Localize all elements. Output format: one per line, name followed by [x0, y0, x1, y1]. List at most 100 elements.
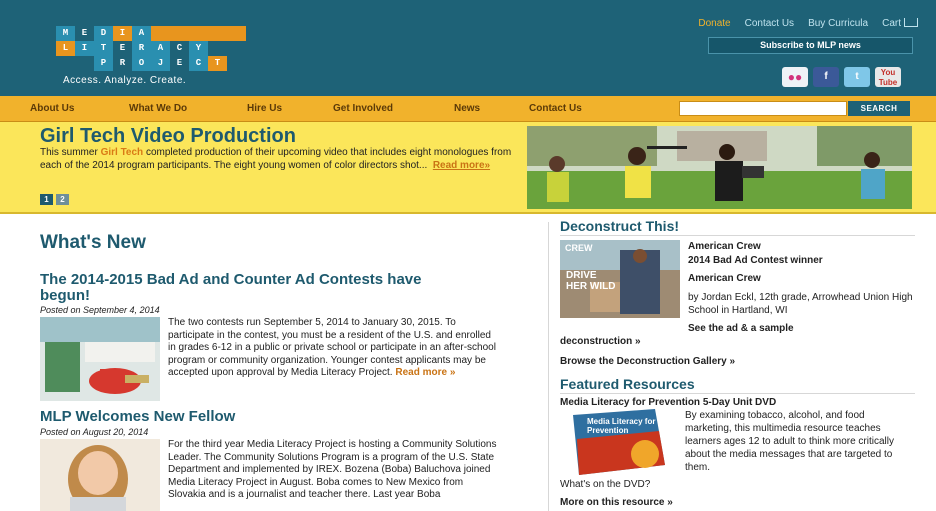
article-body: For the third year Media Literacy Projec… [40, 439, 530, 511]
logo-letter: E [75, 26, 94, 41]
flickr-icon[interactable]: ●● [782, 67, 808, 87]
nav-contact-us[interactable]: Contact Us [529, 103, 582, 114]
girl-tech-link[interactable]: Girl Tech [101, 147, 144, 158]
feature-title[interactable]: Girl Tech Video Production [40, 125, 296, 148]
nav-get-involved[interactable]: Get Involved [333, 103, 393, 114]
logo-row-media: M E D I A [56, 26, 246, 41]
whats-new-section: What's New The 2014-2015 Bad Ad and Coun… [40, 232, 530, 511]
logo-letter: C [170, 41, 189, 56]
utility-links: Donate Contact Us Buy Curricula Cart [698, 17, 918, 29]
slide-page-1[interactable]: 1 [40, 194, 53, 205]
article-title[interactable]: The 2014-2015 Bad Ad and Counter Ad Cont… [40, 272, 460, 304]
whats-on-dvd-text: What's on the DVD? [560, 479, 651, 490]
slide-pager: 1 2 [40, 194, 69, 205]
article-thumbnail[interactable] [40, 439, 160, 511]
logo-block [151, 26, 246, 41]
logo-letter: T [208, 56, 227, 71]
logo-letter: R [132, 41, 151, 56]
deconstruction-gallery-link[interactable]: Browse the Deconstruction Gallery » [560, 355, 915, 368]
resource-title-link[interactable]: Media Literacy for Prevention 5-Day Unit… [560, 396, 915, 409]
search-input[interactable] [679, 101, 847, 116]
logo-letter: I [113, 26, 132, 41]
contact-us-link[interactable]: Contact Us [745, 18, 794, 29]
youtube-icon[interactable]: You Tube [875, 67, 901, 87]
site-header: M E D I A L I T E R A C Y P R O J E C T … [0, 0, 936, 96]
ad-poster-slogan: DRIVE HER WILD [566, 270, 616, 292]
logo-letter: D [94, 26, 113, 41]
nav-hire-us[interactable]: Hire Us [247, 103, 282, 114]
logo-letter: C [189, 56, 208, 71]
resource-block: Media Literacy for Prevention By examini… [560, 409, 915, 475]
resource-description: By examining tobacco, alcohol, and food … [685, 410, 894, 473]
slide-page-2[interactable]: 2 [56, 194, 69, 205]
subscribe-button[interactable]: Subscribe to MLP news [708, 37, 913, 54]
deconstruct-heading: Deconstruct This! [560, 218, 915, 236]
see-ad-link[interactable]: See the ad & a sample [688, 322, 913, 335]
more-on-resource-link[interactable]: More on this resource » [560, 496, 915, 509]
dvd-cover[interactable]: Media Literacy for Prevention [565, 409, 677, 475]
ad-subtitle: 2014 Bad Ad Contest winner [688, 255, 823, 266]
sidebar: Deconstruct This! CREW DRIVE HER WILD Am… [560, 218, 915, 509]
article-excerpt: The two contests run September 5, 2014 t… [168, 317, 498, 401]
logo-letter: R [113, 56, 132, 71]
logo-letter: A [151, 41, 170, 56]
film-crew-photo [527, 126, 912, 209]
social-links: ●● f t You Tube [782, 67, 901, 87]
featured-resources-heading: Featured Resources [560, 376, 915, 394]
cart-icon [904, 17, 918, 27]
nav-news[interactable]: News [454, 103, 480, 114]
read-more-link[interactable]: Read more » [395, 367, 455, 378]
cart-label: Cart [882, 18, 901, 29]
feature-banner: Girl Tech Video Production This summer G… [0, 122, 936, 214]
article-body: The two contests run September 5, 2014 t… [40, 317, 530, 401]
article-excerpt: For the third year Media Literacy Projec… [168, 439, 497, 500]
article-thumbnail[interactable] [40, 317, 160, 401]
column-divider [548, 222, 549, 511]
logo-letter: J [151, 56, 170, 71]
feature-body: This summer Girl Tech completed producti… [40, 147, 512, 172]
dvd-cover-label: Media Literacy for Prevention [587, 417, 656, 435]
article-title[interactable]: MLP Welcomes New Fellow [40, 409, 530, 425]
article: The 2014-2015 Bad Ad and Counter Ad Cont… [40, 272, 530, 401]
logo-letter: E [170, 56, 189, 71]
cart-link[interactable]: Cart [882, 17, 918, 29]
facebook-icon[interactable]: f [813, 67, 839, 87]
nav-what-we-do[interactable]: What We Do [129, 103, 187, 114]
ad-name: American Crew [688, 273, 761, 284]
deconstruction-link[interactable]: deconstruction » [560, 335, 915, 348]
logo-letter: O [132, 56, 151, 71]
buy-curricula-link[interactable]: Buy Curricula [808, 18, 868, 29]
whats-new-heading: What's New [40, 232, 146, 253]
twitter-icon[interactable]: t [844, 67, 870, 87]
search-button[interactable]: SEARCH [848, 101, 910, 116]
nav-about-us[interactable]: About Us [30, 103, 74, 114]
logo-row-project: P R O J E C T [56, 56, 246, 71]
logo-letter: E [113, 41, 132, 56]
deconstruct-block: CREW DRIVE HER WILD American Crew 2014 B… [560, 240, 915, 335]
feature-read-more-link[interactable]: Read more» [433, 160, 490, 171]
article-date: Posted on August 20, 2014 [40, 427, 149, 437]
logo-letter: I [75, 41, 94, 56]
logo-letter: P [94, 56, 113, 71]
site-logo[interactable]: M E D I A L I T E R A C Y P R O J E C T [56, 26, 246, 72]
ad-thumbnail[interactable]: CREW DRIVE HER WILD [560, 240, 680, 318]
ad-byline: by Jordan Eckl, 12th grade, Arrowhead Un… [688, 292, 913, 316]
logo-letter: Y [189, 41, 208, 56]
ad-details: American Crew 2014 Bad Ad Contest winner… [688, 240, 913, 335]
ad-poster-brand: CREW [565, 243, 593, 253]
article: MLP Welcomes New Fellow Posted on August… [40, 409, 530, 511]
site-tagline: Access. Analyze. Create. [63, 75, 187, 86]
logo-row-literacy: L I T E R A C Y [56, 41, 246, 56]
ad-title-link[interactable]: American Crew [688, 240, 913, 253]
logo-letter: A [132, 26, 151, 41]
logo-block [56, 56, 94, 71]
logo-letter: L [56, 41, 75, 56]
feature-text: This summer [40, 147, 101, 158]
article-date: Posted on September 4, 2014 [40, 305, 160, 315]
main-nav: About Us What We Do Hire Us Get Involved… [0, 96, 936, 122]
feature-photo [527, 126, 912, 209]
contest-thumbnail-image [40, 317, 160, 401]
donate-link[interactable]: Donate [698, 18, 730, 29]
fellow-portrait-image [40, 439, 160, 511]
logo-letter: M [56, 26, 75, 41]
